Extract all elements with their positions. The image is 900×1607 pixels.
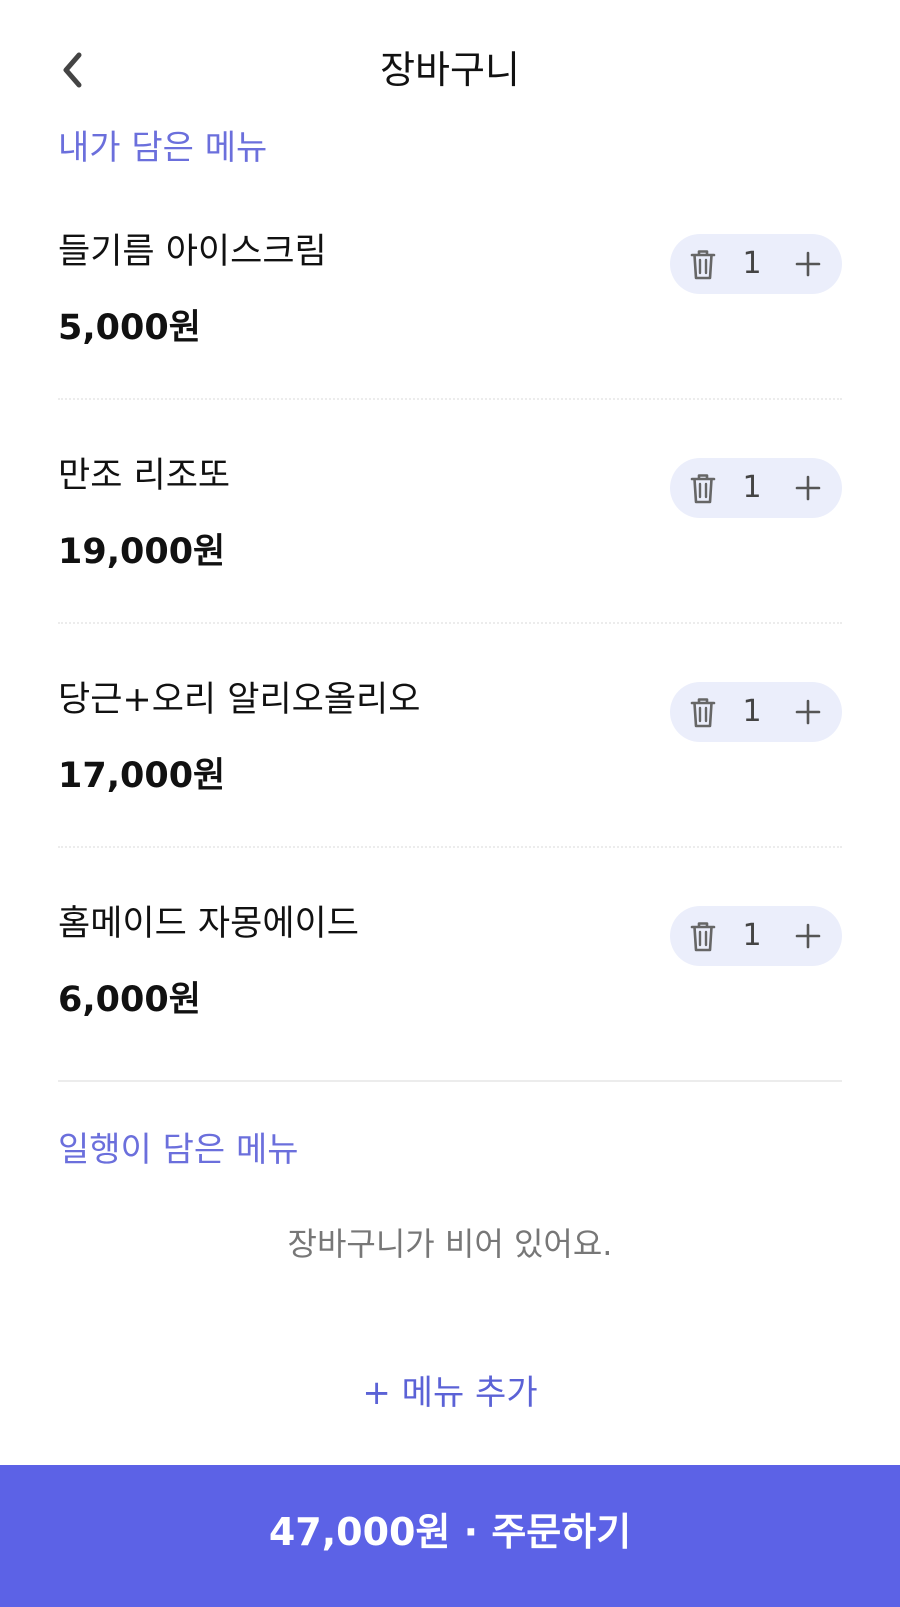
item-price: 17,000원	[58, 756, 226, 796]
plus-icon[interactable]	[792, 696, 824, 728]
item-divider	[58, 398, 842, 400]
plus-icon[interactable]	[792, 472, 824, 504]
quantity-stepper: 1	[670, 682, 842, 742]
quantity-stepper: 1	[670, 458, 842, 518]
item-name: 만조 리조또	[58, 456, 231, 496]
trash-icon[interactable]	[688, 471, 718, 505]
item-name: 홈메이드 자몽에이드	[58, 904, 359, 944]
quantity-value: 1	[742, 246, 762, 281]
quantity-stepper: 1	[670, 906, 842, 966]
order-button-label: 47,000원 · 주문하기	[268, 1510, 632, 1554]
plus-icon[interactable]	[792, 920, 824, 952]
quantity-value: 1	[742, 694, 762, 729]
order-button[interactable]: 47,000원 · 주문하기	[0, 1465, 900, 1607]
cart-item: 당근+오리 알리오올리오 17,000원 1	[58, 676, 842, 900]
item-name: 들기름 아이스크림	[58, 232, 327, 272]
empty-cart-message: 장바구니가 비어 있어요.	[287, 1225, 613, 1263]
my-menu-section-title: 내가 담은 메뉴	[58, 128, 268, 168]
item-divider	[58, 622, 842, 624]
item-price: 6,000원	[58, 980, 201, 1020]
plus-icon[interactable]	[792, 248, 824, 280]
header: 장바구니	[0, 0, 900, 140]
quantity-value: 1	[742, 470, 762, 505]
section-divider	[58, 1080, 842, 1082]
page-title: 장바구니	[380, 48, 520, 92]
cart-item: 들기름 아이스크림 5,000원 1	[58, 228, 842, 452]
trash-icon[interactable]	[688, 247, 718, 281]
item-price: 5,000원	[58, 308, 201, 348]
trash-icon[interactable]	[688, 695, 718, 729]
cart-item: 만조 리조또 19,000원 1	[58, 452, 842, 676]
item-name: 당근+오리 알리오올리오	[58, 680, 421, 720]
item-price: 19,000원	[58, 532, 226, 572]
item-divider	[58, 846, 842, 848]
quantity-stepper: 1	[670, 234, 842, 294]
trash-icon[interactable]	[688, 919, 718, 953]
add-menu-button[interactable]: + 메뉴 추가	[0, 1370, 900, 1416]
cart-item: 홈메이드 자몽에이드 6,000원 1	[58, 900, 842, 1124]
companion-menu-section-title: 일행이 담은 메뉴	[58, 1130, 299, 1170]
quantity-value: 1	[742, 918, 762, 953]
